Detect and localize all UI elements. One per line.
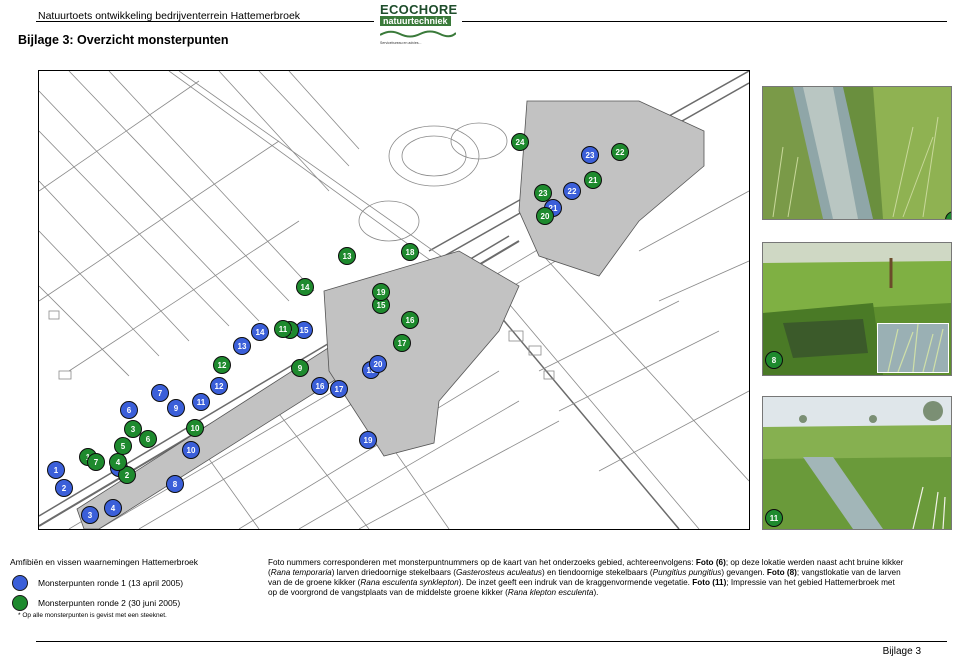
- photo-11: 11: [762, 396, 952, 530]
- photo-8-inset: [877, 323, 949, 373]
- sample-point-round1: 9: [167, 399, 185, 417]
- legend-round1-label: Monsterpunten ronde 1 (13 april 2005): [38, 578, 184, 588]
- sample-point-round2: 17: [393, 334, 411, 352]
- caption-photo-ref: Foto (6): [695, 558, 726, 567]
- sample-point-round2: 10: [186, 419, 204, 437]
- footer-rule: [36, 641, 947, 642]
- study-area-map: 1234567891011121314151617181920212223123…: [38, 70, 750, 530]
- sample-point-round1: 2: [55, 479, 73, 497]
- sample-point-round2: 11: [274, 320, 292, 338]
- sample-point-round1: 6: [120, 401, 138, 419]
- sample-point-round1: 20: [369, 355, 387, 373]
- sample-point-round1: 19: [359, 431, 377, 449]
- sample-point-round1: 10: [182, 441, 200, 459]
- sample-point-round2: 7: [87, 453, 105, 471]
- logo-wave-icon: [380, 30, 456, 38]
- caption-photo-ref: Foto (8): [766, 568, 797, 577]
- legend-note: * Op alle monsterpunten is gevist met ee…: [18, 612, 167, 619]
- sample-point-round1: 7: [151, 384, 169, 402]
- sample-point-round2: 21: [584, 171, 602, 189]
- logo-sub: natuurtechniek: [380, 16, 451, 26]
- caption-text: ) en tiendoornige stekelbaars (: [542, 568, 653, 577]
- photo-8: 8: [762, 242, 952, 376]
- photo-caption: Foto nummers corresponderen met monsterp…: [268, 558, 904, 598]
- sample-point-round2: 5: [114, 437, 132, 455]
- caption-species: Gasterosteus aculeatus: [455, 568, 542, 577]
- sample-point-round2: 20: [536, 207, 554, 225]
- legend-title: Amfibiën en vissen waarnemingen Hattemer…: [10, 557, 199, 567]
- sample-point-round2: 16: [401, 311, 419, 329]
- sample-point-round1: 12: [210, 377, 228, 395]
- photo-11-image: [763, 397, 951, 529]
- caption-species: Rana klepton esculenta: [507, 588, 594, 597]
- sample-point-round1: 11: [192, 393, 210, 411]
- sample-point-round2: 24: [511, 133, 529, 151]
- sample-point-round1: 22: [563, 182, 581, 200]
- photo-6-image: [763, 87, 951, 219]
- caption-text: ) larven driedoornige stekelbaars (: [331, 568, 456, 577]
- caption-text: ).: [593, 588, 599, 597]
- sample-point-round1: 3: [81, 506, 99, 524]
- caption-species: Pungitius pungitius: [652, 568, 722, 577]
- sample-point-round1: 13: [233, 337, 251, 355]
- map-canvas: [39, 71, 749, 529]
- photo-8-inset-image: [878, 323, 948, 373]
- sample-point-round1: 1: [47, 461, 65, 479]
- logo-name: ECOCHORE: [380, 2, 458, 17]
- round1-dot-icon: [12, 575, 28, 591]
- ecochore-logo: ECOCHORE natuurtechniek Servicebureau en…: [374, 2, 462, 48]
- photo-number-badge: 8: [765, 351, 783, 369]
- caption-text: ). De inzet geeft een indruk van de krag…: [458, 578, 693, 587]
- legend-round2-label: Monsterpunten ronde 2 (30 juni 2005): [38, 598, 181, 608]
- sample-point-round2: 19: [372, 283, 390, 301]
- photo-number-badge: 11: [765, 509, 783, 527]
- photo-6: 6: [762, 86, 952, 220]
- caption-text: ) gevangen.: [721, 568, 767, 577]
- sample-point-round1: 16: [311, 377, 329, 395]
- sample-point-round2: 13: [338, 247, 356, 265]
- sample-point-round2: 12: [213, 356, 231, 374]
- sample-point-round2: 4: [109, 453, 127, 471]
- sample-point-round1: 8: [166, 475, 184, 493]
- round2-dot-icon: [12, 595, 28, 611]
- caption-species: Rana esculenta synklepton: [360, 578, 459, 587]
- sample-point-round2: 18: [401, 243, 419, 261]
- header-rule: [36, 21, 947, 22]
- sample-point-round2: 23: [534, 184, 552, 202]
- logo-tagline: Servicebureau en advies...: [380, 41, 422, 45]
- sample-point-round2: 22: [611, 143, 629, 161]
- sample-point-round1: 23: [581, 146, 599, 164]
- caption-photo-ref: Foto (11): [692, 578, 727, 587]
- caption-text: Foto nummers corresponderen met monsterp…: [268, 558, 696, 567]
- footer-label: Bijlage 3: [882, 646, 921, 657]
- sample-point-round1: 4: [104, 499, 122, 517]
- page-title: Bijlage 3: Overzicht monsterpunten: [18, 33, 229, 47]
- sample-point-round2: 9: [291, 359, 309, 377]
- caption-species: Rana temporaria: [270, 568, 332, 577]
- sample-point-round1: 14: [251, 323, 269, 341]
- sample-point-round1: 17: [330, 380, 348, 398]
- sample-point-round2: 6: [139, 430, 157, 448]
- sample-point-round2: 14: [296, 278, 314, 296]
